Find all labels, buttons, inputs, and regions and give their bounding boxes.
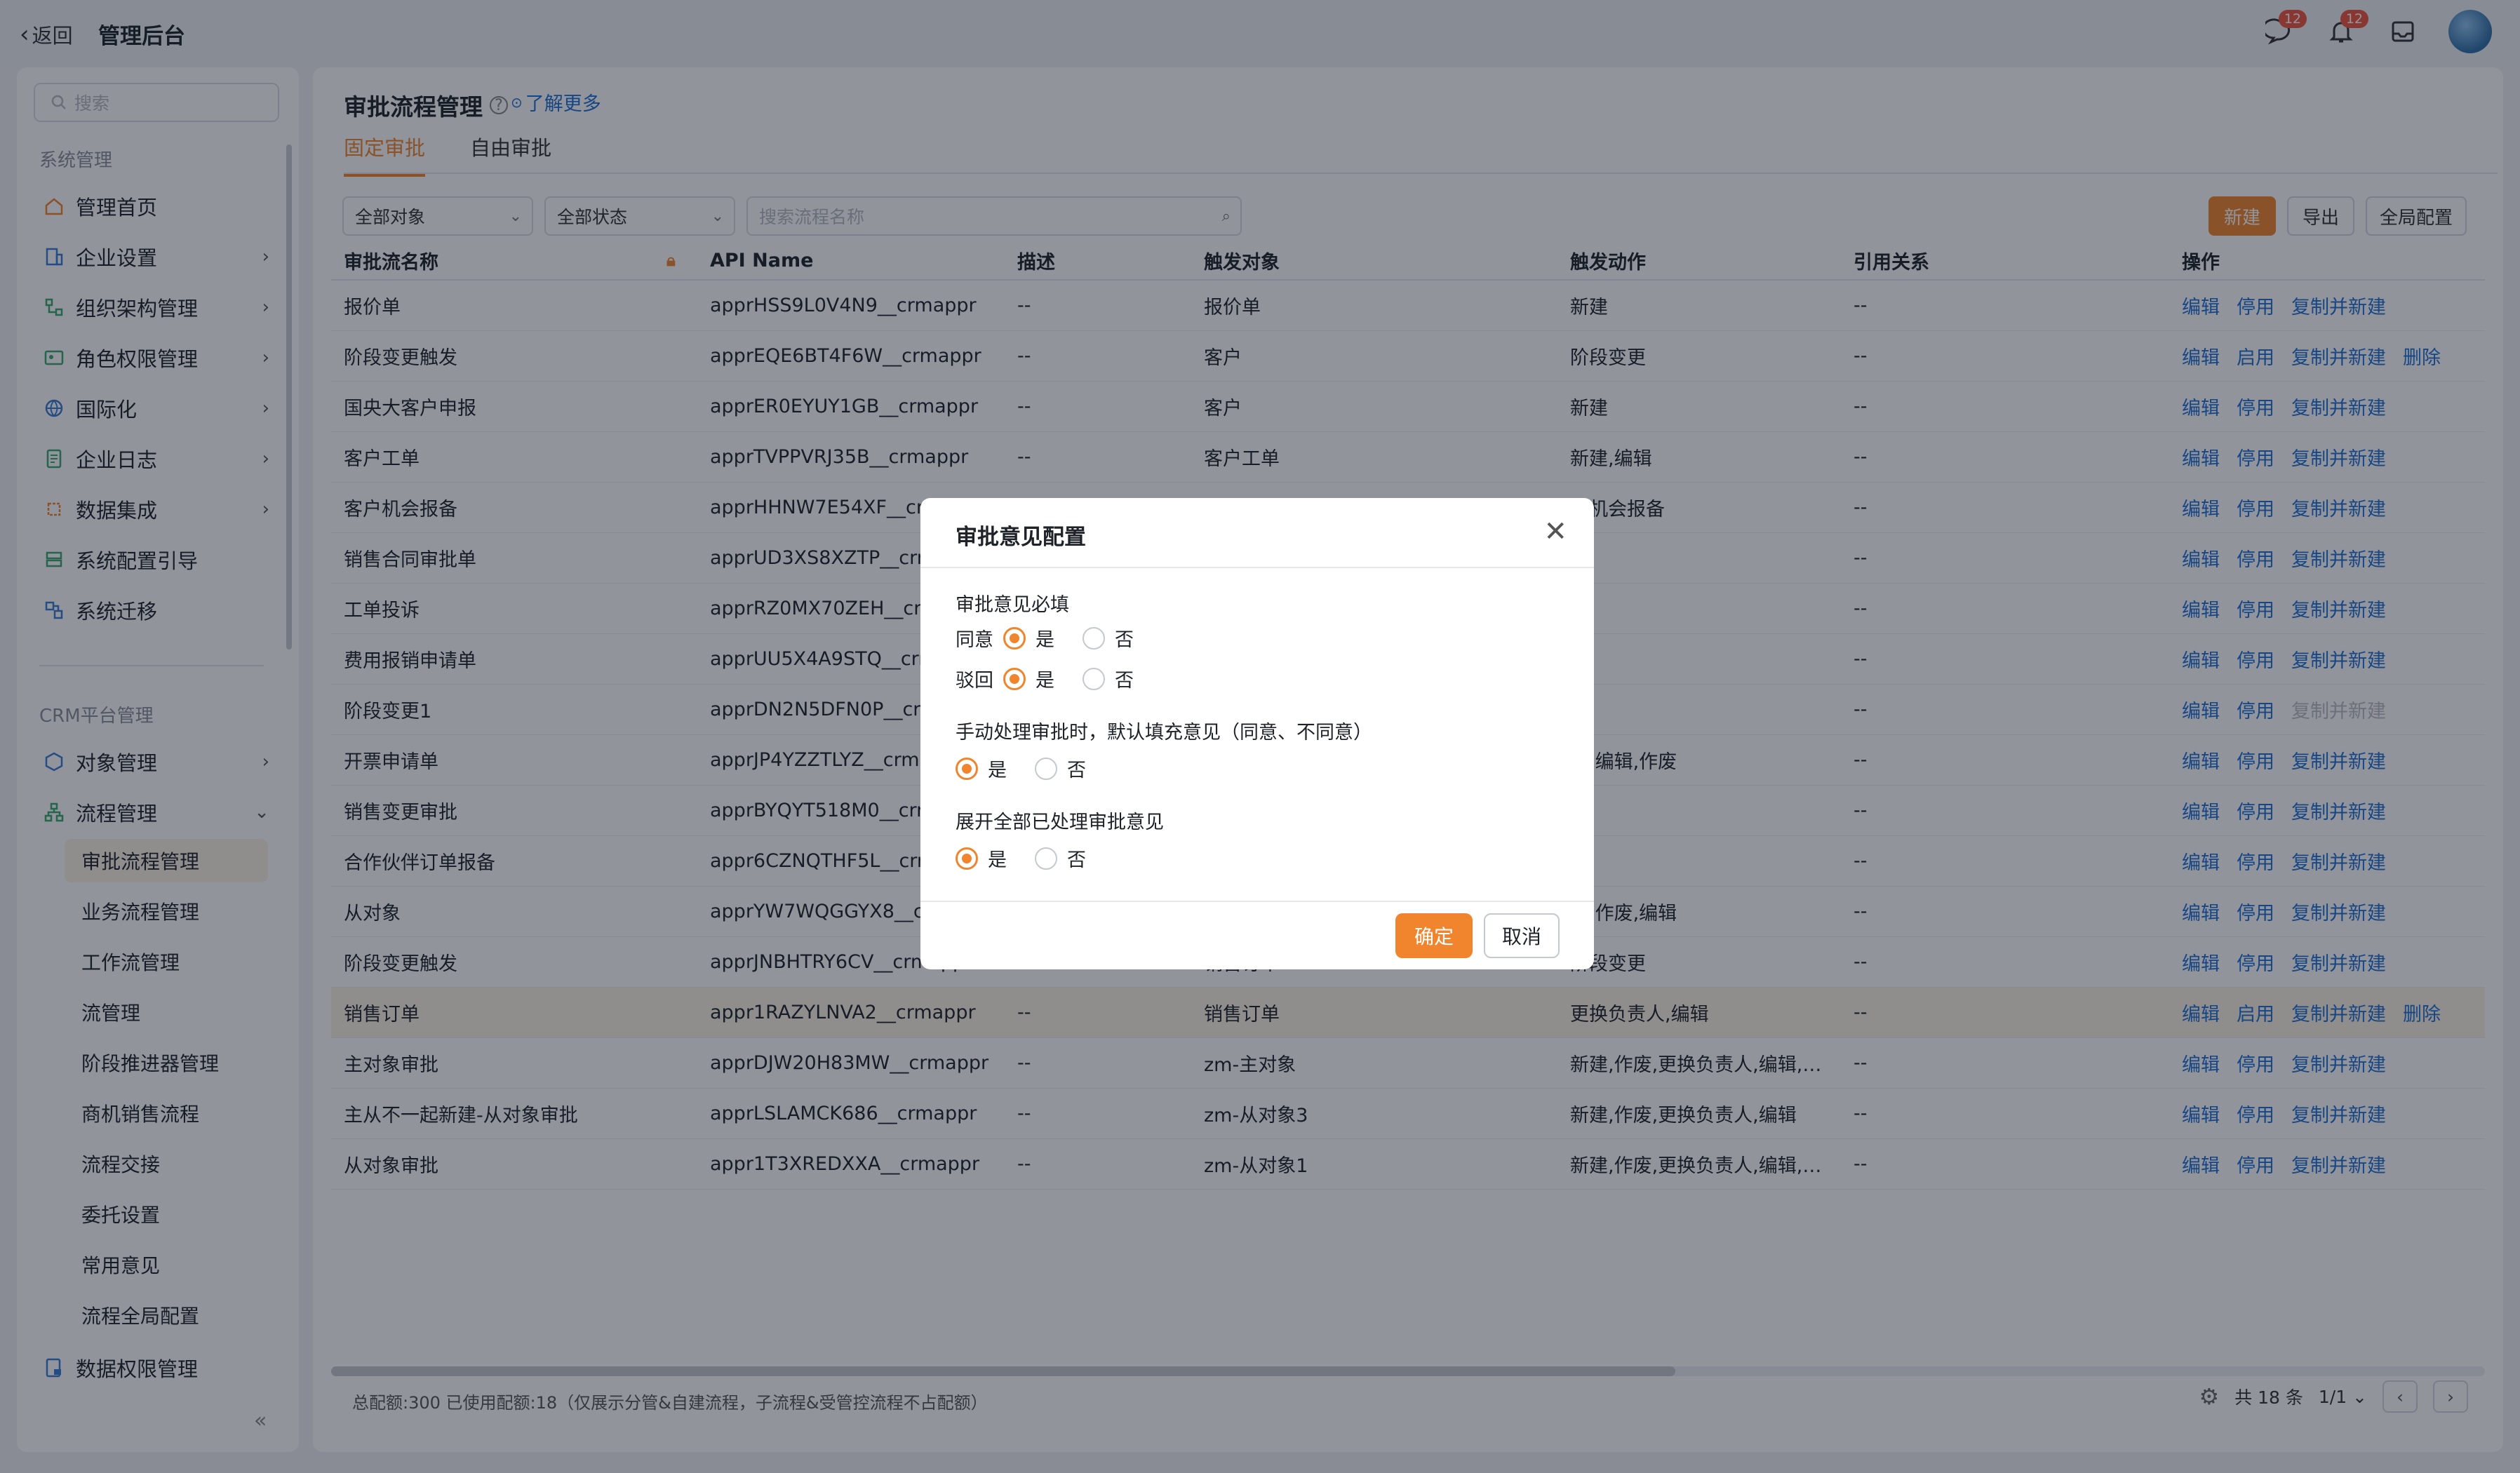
agree-yes-label: 是 — [1036, 629, 1054, 651]
default-fill-no-label: 否 — [1067, 760, 1086, 781]
dialog-header-divider — [920, 567, 1594, 568]
reject-yes-radio[interactable] — [1003, 667, 1026, 690]
close-icon[interactable]: ✕ — [1543, 518, 1567, 546]
cancel-button[interactable]: 取消 — [1484, 913, 1560, 958]
default-fill-yes-radio[interactable] — [956, 757, 978, 780]
reject-yes-label: 是 — [1036, 670, 1054, 692]
reject-no-radio[interactable] — [1083, 667, 1105, 690]
agree-no-radio[interactable] — [1083, 626, 1105, 650]
agree-no-label: 否 — [1115, 629, 1134, 651]
expand-yes-radio[interactable] — [956, 847, 978, 870]
expand-all-label: 展开全部已处理审批意见 — [956, 812, 1164, 833]
agree-yes-radio[interactable] — [1003, 626, 1026, 650]
required-opinion-label: 审批意见必填 — [956, 594, 1069, 616]
expand-yes-label: 是 — [988, 849, 1007, 871]
default-fill-yes-label: 是 — [988, 760, 1007, 781]
dialog-title: 审批意见配置 — [956, 525, 1086, 550]
expand-no-radio[interactable] — [1035, 847, 1057, 870]
expand-no-label: 否 — [1067, 849, 1086, 871]
dialog-footer-divider — [920, 901, 1594, 902]
approval-opinion-dialog: 审批意见配置 ✕ 审批意见必填 同意 是 否 驳回 是 否 手动处理审批时，默认… — [920, 498, 1594, 969]
agree-label: 同意 — [956, 629, 993, 651]
confirm-button[interactable]: 确定 — [1395, 913, 1473, 958]
reject-no-label: 否 — [1115, 670, 1134, 692]
default-fill-label: 手动处理审批时，默认填充意见（同意、不同意） — [956, 722, 1372, 744]
default-fill-no-radio[interactable] — [1035, 757, 1057, 780]
reject-label: 驳回 — [956, 670, 993, 692]
